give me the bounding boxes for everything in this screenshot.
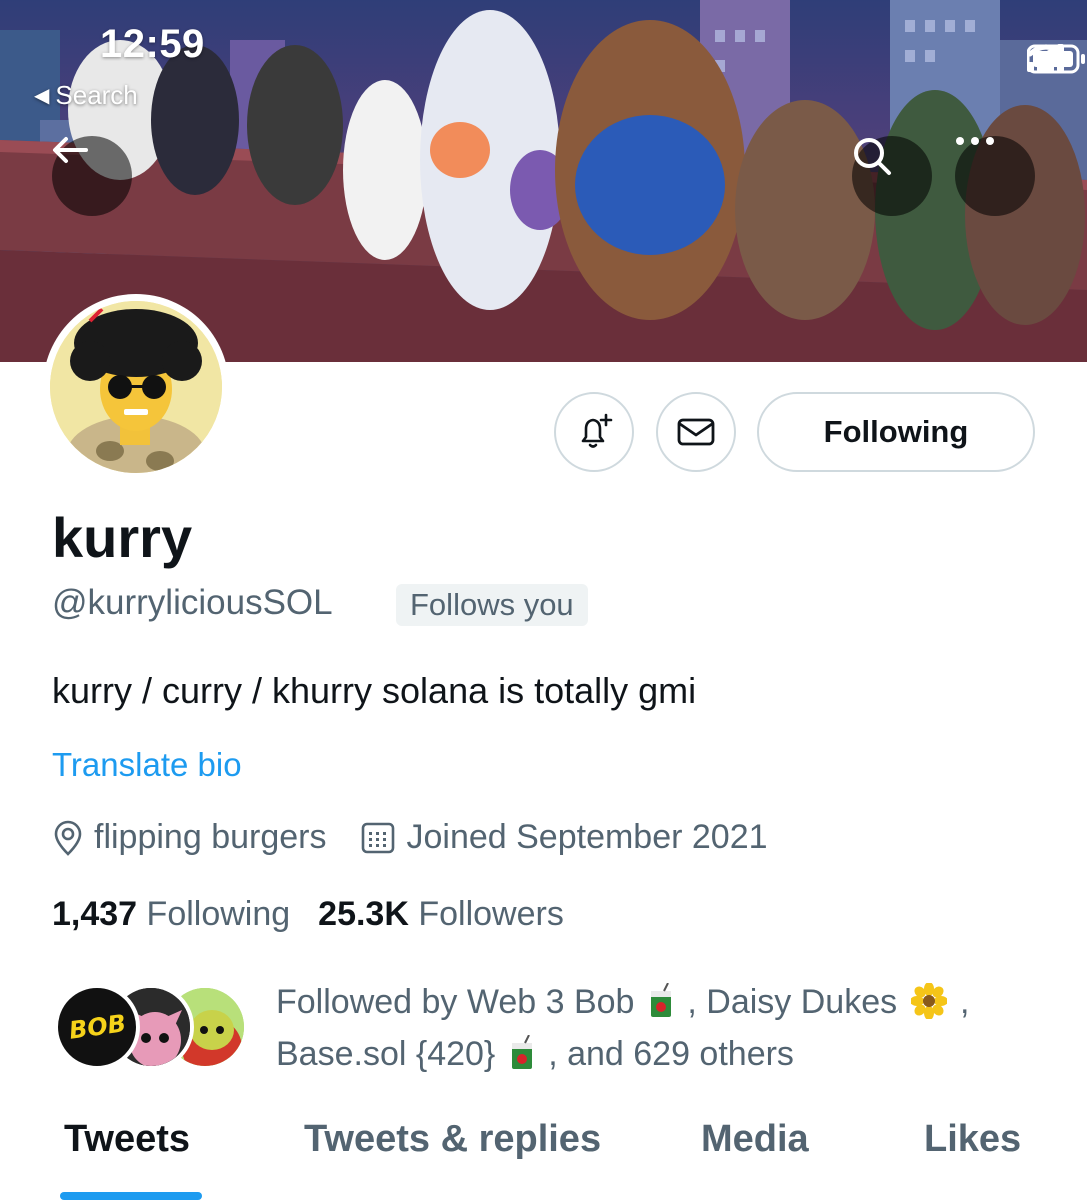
juice-box-icon <box>650 983 671 1017</box>
battery-icon <box>1027 44 1085 74</box>
profile-meta: flipping burgers Joined September 2021 <box>52 818 802 857</box>
followed-by-text[interactable]: Followed by Web 3 Bob , Daisy Dukes , Ba… <box>276 976 1036 1080</box>
follower-avatar-bob: BOB <box>54 984 140 1070</box>
followed-by-avatars[interactable]: BOB <box>54 984 254 1070</box>
location-item: flipping burgers <box>52 818 326 857</box>
more-horizontal-icon <box>956 137 994 145</box>
more-button[interactable] <box>955 136 1035 216</box>
envelope-icon <box>677 418 715 446</box>
status-back-label: Search <box>55 80 138 110</box>
tab-media[interactable]: Media <box>701 1118 809 1161</box>
calendar-icon <box>362 822 395 853</box>
following-button[interactable]: Following <box>757 392 1035 472</box>
status-time: 12:59 <box>100 22 205 66</box>
triangle-left-icon: ◀ <box>34 85 50 107</box>
follower-separator-1: , <box>677 983 707 1021</box>
joined-item: Joined September 2021 <box>360 818 768 857</box>
profile-tabs: Tweets Tweets & replies Media Likes <box>0 1118 1087 1200</box>
tab-tweets-replies[interactable]: Tweets & replies <box>304 1118 601 1161</box>
follower-name-2: Daisy Dukes <box>706 983 898 1021</box>
joined-text: Joined September 2021 <box>406 818 768 856</box>
followed-by-suffix: , and 629 others <box>538 1035 794 1073</box>
display-name: kurry <box>52 506 193 569</box>
sunflower-icon <box>910 983 947 1019</box>
message-button[interactable] <box>656 392 736 472</box>
arrow-left-icon <box>53 137 88 163</box>
bob-avatar-text: BOB <box>66 1009 128 1045</box>
translate-bio-link[interactable]: Translate bio <box>52 746 242 784</box>
follower-name-1: Web 3 Bob <box>466 983 635 1021</box>
followed-by-prefix: Followed by <box>276 983 467 1021</box>
status-back-link[interactable]: ◀ Search <box>34 80 138 111</box>
notify-button[interactable] <box>554 392 634 472</box>
tab-likes[interactable]: Likes <box>924 1118 1021 1161</box>
profile-bio: kurry / curry / khurry solana is totally… <box>52 670 697 711</box>
profile-avatar[interactable] <box>43 294 229 480</box>
tab-tweets[interactable]: Tweets <box>64 1118 190 1161</box>
following-stat[interactable]: 1,437 Following <box>52 895 290 934</box>
following-label: Following <box>146 895 291 933</box>
back-button[interactable] <box>52 136 132 216</box>
location-pin-icon <box>54 820 82 856</box>
followers-count: 25.3K <box>318 895 409 933</box>
search-button[interactable] <box>852 136 932 216</box>
active-tab-indicator <box>60 1192 202 1200</box>
location-text: flipping burgers <box>94 818 327 856</box>
search-icon <box>854 138 891 175</box>
follower-name-3: Base.sol {420} <box>276 1035 496 1073</box>
followers-stat[interactable]: 25.3K Followers <box>318 895 564 934</box>
follows-you-badge: Follows you <box>396 584 588 626</box>
avatar-image <box>50 301 222 473</box>
follow-stats: 1,437 Following 25.3K Followers <box>52 895 592 934</box>
following-count: 1,437 <box>52 895 138 933</box>
follower-separator-2: , <box>950 983 970 1021</box>
user-handle: @kurryliciousSOL <box>52 583 333 622</box>
bell-plus-icon <box>581 413 613 448</box>
juice-box-icon <box>511 1035 532 1069</box>
followers-label: Followers <box>418 895 564 933</box>
